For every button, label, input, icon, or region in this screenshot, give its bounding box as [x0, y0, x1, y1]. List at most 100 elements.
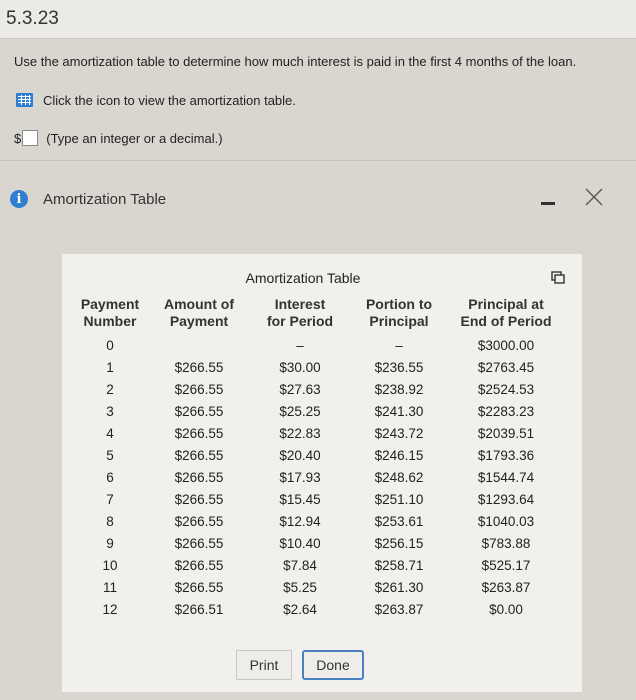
table-row: 12 $266.51 $2.64 $263.87 $0.00 [72, 598, 564, 620]
payment-amount-cell: $266.55 [174, 491, 224, 507]
table-row: 7 $266.55 $15.45 $251.10 $1293.64 [72, 488, 564, 510]
print-button[interactable]: Print [236, 650, 292, 680]
principal-portion-cell: $251.10 [374, 491, 424, 507]
table-row: 2 $266.55 $27.63 $238.92 $2524.53 [72, 378, 564, 400]
payment-amount-cell: $266.55 [174, 535, 224, 551]
problem-id: 5.3.23 [6, 8, 59, 29]
principal-portion-cell: $238.92 [374, 381, 424, 397]
payment-number-cell: 9 [106, 535, 114, 551]
payment-amount-cell: $266.51 [174, 601, 224, 617]
divider [0, 160, 636, 161]
payment-number-cell: 11 [102, 579, 117, 595]
header-row: Payment Number Amount of Payment Interest f… [72, 296, 564, 334]
principal-balance-cell: $2524.53 [477, 381, 535, 397]
payment-number-cell: 6 [106, 469, 114, 485]
table-body: 0 – – $3000.00 1 $266.55 $30.00 $236.55 $2763.45… [72, 334, 564, 620]
principal-portion-cell: $248.62 [374, 469, 424, 485]
principal-balance-cell: $1040.03 [477, 513, 535, 529]
payment-number-cell: 3 [106, 403, 114, 419]
amortization-table: Payment Number Amount of Payment Interest f… [72, 296, 564, 620]
interest-cell: $5.25 [283, 579, 317, 595]
payment-amount-cell [148, 334, 250, 356]
question-text: Use the amortization table to determine … [14, 54, 577, 69]
answer-hint: (Type an integer or a decimal.) [46, 130, 223, 146]
col-principal-end: Principal at End of Period [460, 296, 552, 329]
principal-portion-cell: $258.71 [374, 557, 424, 573]
principal-portion-cell: – [395, 337, 403, 353]
currency-symbol: $ [14, 130, 22, 146]
principal-portion-cell: $236.55 [374, 359, 424, 375]
header-band: 5.3.23 [0, 0, 636, 39]
principal-portion-cell: $261.30 [374, 579, 424, 595]
payment-number-cell: 7 [106, 491, 114, 507]
interest-cell: $2.64 [283, 601, 317, 617]
principal-balance-cell: $3000.00 [477, 337, 535, 353]
table-row: 3 $266.55 $25.25 $241.30 $2283.23 [72, 400, 564, 422]
table-row: 8 $266.55 $12.94 $253.61 $1040.03 [72, 510, 564, 532]
interest-cell: $10.40 [279, 535, 321, 551]
payment-amount-cell: $266.55 [174, 403, 224, 419]
payment-amount-cell: $266.55 [174, 425, 224, 441]
interest-cell: $12.94 [279, 513, 321, 529]
copy-icon[interactable] [551, 270, 565, 284]
table-row: 9 $266.55 $10.40 $256.15 $783.88 [72, 532, 564, 554]
col-payment-number: Payment Number [80, 296, 140, 329]
payment-amount-cell: $266.55 [174, 513, 224, 529]
payment-number-cell: 0 [106, 337, 114, 353]
principal-balance-cell: $783.88 [481, 535, 531, 551]
principal-balance-cell: $1293.64 [477, 491, 535, 507]
table-link-row[interactable]: Click the icon to view the amortization … [16, 92, 296, 108]
principal-portion-cell: $241.30 [374, 403, 424, 419]
interest-cell: $17.93 [279, 469, 321, 485]
principal-portion-cell: $256.15 [374, 535, 424, 551]
principal-balance-cell: $263.87 [481, 579, 531, 595]
table-row: 0 – – $3000.00 [72, 334, 564, 356]
table-row: 4 $266.55 $22.83 $243.72 $2039.51 [72, 422, 564, 444]
principal-balance-cell: $1544.74 [477, 469, 535, 485]
table-row: 5 $266.55 $20.40 $246.15 $1793.36 [72, 444, 564, 466]
col-amount-of-payment: Amount of Payment [164, 296, 234, 329]
interest-cell: – [296, 337, 304, 353]
payment-amount-cell: $266.55 [174, 579, 224, 595]
info-icon: i [10, 190, 28, 208]
payment-number-cell: 1 [106, 359, 114, 375]
table-row: 11 $266.55 $5.25 $261.30 $263.87 [72, 576, 564, 598]
payment-number-cell: 10 [102, 557, 118, 573]
col-portion-to-principal: Portion to Principal [365, 296, 433, 329]
table-row: 6 $266.55 $17.93 $248.62 $1544.74 [72, 466, 564, 488]
payment-amount-cell: $266.55 [174, 447, 224, 463]
payment-number-cell: 4 [106, 425, 114, 441]
payment-number-cell: 2 [106, 381, 114, 397]
table-title: Amortization Table [245, 270, 361, 286]
principal-balance-cell: $2763.45 [477, 359, 535, 375]
principal-balance-cell: $2039.51 [477, 425, 535, 441]
interest-cell: $30.00 [279, 359, 321, 375]
interest-cell: $15.45 [279, 491, 321, 507]
close-icon[interactable] [583, 186, 605, 208]
principal-portion-cell: $263.87 [374, 601, 424, 617]
interest-cell: $22.83 [279, 425, 321, 441]
principal-balance-cell: $0.00 [489, 601, 523, 617]
amortization-panel: Amortization Table Payment Number Amount … [62, 254, 582, 692]
payment-amount-cell: $266.55 [174, 469, 224, 485]
table-row: 10 $266.55 $7.84 $258.71 $525.17 [72, 554, 564, 576]
principal-portion-cell: $243.72 [374, 425, 424, 441]
interest-cell: $7.84 [283, 557, 317, 573]
minimize-icon[interactable] [541, 202, 555, 205]
principal-balance-cell: $525.17 [481, 557, 531, 573]
principal-portion-cell: $253.61 [374, 513, 424, 529]
table-icon[interactable] [16, 93, 33, 107]
popup-title: Amortization Table [43, 190, 167, 208]
answer-row: $ (Type an integer or a decimal.) [14, 130, 223, 146]
table-row: 1 $266.55 $30.00 $236.55 $2763.45 [72, 356, 564, 378]
popup-header: i Amortization Table [10, 190, 166, 208]
interest-cell: $25.25 [279, 403, 321, 419]
answer-input[interactable] [22, 130, 39, 146]
table-link-text: Click the icon to view the amortization … [43, 92, 296, 108]
payment-amount-cell: $266.55 [174, 359, 224, 375]
payment-amount-cell: $266.55 [174, 381, 224, 397]
principal-balance-cell: $1793.36 [477, 447, 535, 463]
done-button[interactable]: Done [302, 650, 364, 680]
payment-number-cell: 12 [102, 601, 118, 617]
payment-number-cell: 5 [106, 447, 114, 463]
